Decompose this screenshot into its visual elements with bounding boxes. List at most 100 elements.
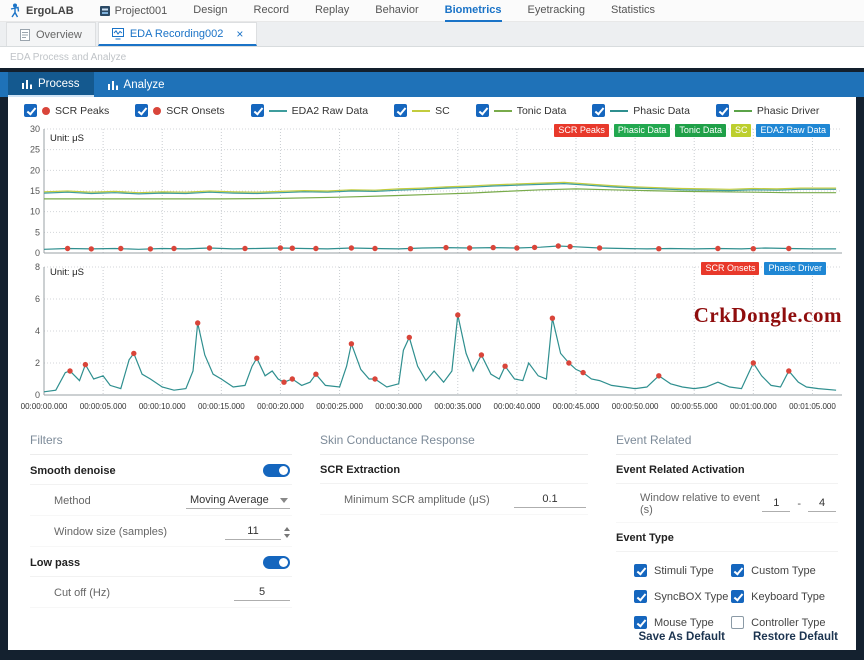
bar-chart-icon (108, 80, 118, 90)
menu-record[interactable]: Record (254, 0, 289, 22)
svg-text:0: 0 (35, 390, 40, 400)
top-chart: 051015202530 Unit: μS SCR Peaks Phasic D… (10, 121, 856, 259)
bottom-chart: 00:00:00.00000:00:05.00000:00:10.00000:0… (10, 259, 856, 421)
checkbox[interactable] (251, 104, 264, 117)
svg-text:00:00:00.000: 00:00:00.000 (21, 402, 68, 411)
series-legend: SCR Peaks SCR Onsets EDA2 Raw Data (8, 97, 856, 121)
low-pass-toggle[interactable] (263, 556, 290, 569)
menu-eyetracking[interactable]: Eyetracking (528, 0, 585, 22)
ergolab-logo-icon (8, 3, 21, 18)
scr-panel: Skin Conductance Response SCR Extraction… (320, 425, 588, 629)
window-to-input[interactable]: 4 (808, 496, 836, 512)
smooth-denoise-toggle[interactable] (263, 464, 290, 477)
scr-onsets-dot-icon (153, 107, 161, 115)
line-swatch-icon (494, 110, 512, 112)
svg-text:00:00:55.000: 00:00:55.000 (671, 402, 718, 411)
process-tab-label: Process (38, 78, 80, 90)
window-size-row: Window size (samples) 11 (30, 516, 292, 547)
tab-process[interactable]: Process (8, 72, 94, 97)
stepper-arrows-icon[interactable] (284, 527, 290, 538)
menu-design[interactable]: Design (193, 0, 227, 22)
legend-tonic-data[interactable]: Tonic Data (476, 104, 567, 117)
legend-sc[interactable]: SC (394, 104, 450, 117)
checkbox[interactable] (634, 616, 647, 629)
window-from-input[interactable]: 1 (762, 496, 790, 512)
window-size-label: Window size (samples) (54, 526, 167, 538)
svg-text:00:00:25.000: 00:00:25.000 (316, 402, 363, 411)
chevron-down-icon (280, 498, 288, 503)
event-related-panel: Event Related Event Related Activation W… (616, 425, 838, 629)
scr-title: Skin Conductance Response (320, 425, 588, 455)
svg-text:8: 8 (35, 262, 40, 272)
workspace-frame: Process Analyze SCR Peaks (0, 68, 864, 660)
unit-label: Unit: μS (50, 133, 84, 144)
tab-analyze[interactable]: Analyze (94, 72, 179, 97)
window-size-input[interactable]: 11 (225, 524, 281, 540)
event-type-controller[interactable]: Controller Type (731, 616, 838, 629)
menu-project001[interactable]: Project001 (100, 0, 168, 22)
event-type-custom[interactable]: Custom Type (731, 564, 838, 577)
legend-phasic-driver[interactable]: Phasic Driver (716, 104, 819, 117)
event-window-row: Window relative to event (s) 1 - 4 (616, 484, 838, 523)
method-row: Method Moving Average (30, 485, 292, 516)
settings-panels: Filters Smooth denoise Method Moving Ave… (8, 421, 856, 629)
content-wrap: SCR Peaks SCR Onsets EDA2 Raw Data (0, 97, 864, 660)
restore-default-button[interactable]: Restore Default (753, 631, 838, 643)
unit-label: Unit: μS (50, 267, 84, 278)
checkbox[interactable] (731, 564, 744, 577)
checkbox[interactable] (135, 104, 148, 117)
checkbox[interactable] (394, 104, 407, 117)
checkbox[interactable] (24, 104, 37, 117)
svg-text:00:01:05.000: 00:01:05.000 (789, 402, 836, 411)
checkbox[interactable] (476, 104, 489, 117)
close-tab-icon[interactable]: × (236, 28, 243, 40)
checkbox[interactable] (716, 104, 729, 117)
svg-text:0: 0 (35, 248, 40, 258)
bottom-chart-badges: SCR Onsets Phasic Driver (701, 262, 826, 275)
cut-off-input[interactable]: 5 (234, 585, 290, 601)
checkbox[interactable] (731, 590, 744, 603)
tab-overview[interactable]: Overview (6, 22, 96, 46)
low-pass-label: Low pass (30, 557, 80, 569)
badge-phasic-data: Phasic Data (614, 124, 671, 137)
footer-actions: Save As Default Restore Default (639, 631, 839, 643)
save-as-default-button[interactable]: Save As Default (639, 631, 726, 643)
tab-eda-recording002[interactable]: EDA Recording002 × (98, 22, 258, 46)
legend-scr-peaks[interactable]: SCR Peaks (24, 104, 109, 117)
cut-off-label: Cut off (Hz) (54, 587, 110, 599)
checkbox[interactable] (634, 590, 647, 603)
checkbox[interactable] (592, 104, 605, 117)
menu-behavior[interactable]: Behavior (375, 0, 418, 22)
svg-text:00:00:45.000: 00:00:45.000 (553, 402, 600, 411)
method-select[interactable]: Moving Average (186, 493, 290, 509)
svg-text:25: 25 (30, 145, 40, 155)
menu-biometrics[interactable]: Biometrics (445, 0, 502, 22)
badge-scr-peaks: SCR Peaks (554, 124, 609, 137)
top-menubar: ErgoLAB Project001 Design Record Replay … (0, 0, 864, 22)
range-separator: - (797, 498, 801, 510)
legend-scr-onsets[interactable]: SCR Onsets (135, 104, 224, 117)
checkbox[interactable] (731, 616, 744, 629)
menu-replay[interactable]: Replay (315, 0, 349, 22)
event-activation-header: Event Related Activation (616, 455, 838, 484)
menu-statistics[interactable]: Statistics (611, 0, 655, 22)
filters-panel: Filters Smooth denoise Method Moving Ave… (30, 425, 292, 629)
analyze-tab-label: Analyze (124, 79, 165, 91)
svg-text:10: 10 (30, 207, 40, 217)
legend-eda2-raw-data[interactable]: EDA2 Raw Data (251, 104, 368, 117)
svg-text:5: 5 (35, 227, 40, 237)
event-type-mouse[interactable]: Mouse Type (634, 616, 731, 629)
min-amplitude-row: Minimum SCR amplitude (μS) 0.1 (320, 484, 588, 515)
legend-phasic-data[interactable]: Phasic Data (592, 104, 690, 117)
method-value: Moving Average (190, 494, 269, 506)
checkbox[interactable] (634, 564, 647, 577)
method-label: Method (54, 495, 91, 507)
event-type-keyboard[interactable]: Keyboard Type (731, 590, 838, 603)
min-scr-amplitude-input[interactable]: 0.1 (514, 492, 586, 508)
event-type-label: Event Type (616, 532, 674, 544)
event-type-syncbox[interactable]: SyncBOX Type (634, 590, 731, 603)
badge-scr-onsets: SCR Onsets (701, 262, 759, 275)
event-window-label: Window relative to event (s) (640, 492, 762, 516)
event-type-stimuli[interactable]: Stimuli Type (634, 564, 731, 577)
event-type-grid: Stimuli Type Custom Type SyncBOX Type (616, 552, 838, 629)
